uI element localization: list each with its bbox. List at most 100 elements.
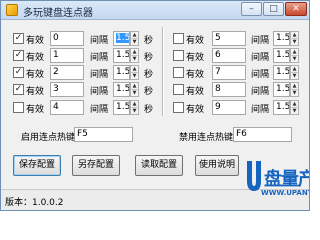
spin-up-icon[interactable]: ▲ <box>131 101 138 108</box>
spin-down-icon[interactable]: ▼ <box>131 56 138 62</box>
spin-down-icon[interactable]: ▼ <box>131 90 138 96</box>
enabled-label: 有效 <box>186 87 205 97</box>
spin-down-icon[interactable]: ▼ <box>131 73 138 79</box>
interval-input-8[interactable]: 1.5 <box>273 82 290 97</box>
spin-up-icon[interactable]: ▲ <box>291 66 298 73</box>
help-button[interactable]: 使用说明 <box>195 155 239 176</box>
interval-spinner-6[interactable]: ▲ ▼ <box>290 48 299 63</box>
key-input-5[interactable]: 5 <box>212 31 246 46</box>
interval-label: 间隔 <box>90 87 109 97</box>
spin-down-icon[interactable]: ▼ <box>291 56 298 62</box>
interval-spinner-5[interactable]: ▲ ▼ <box>290 31 299 46</box>
key-row-0: ✓ 有效 0 间隔 1.5 ▲ ▼ 秒 <box>13 31 161 47</box>
spin-up-icon[interactable]: ▲ <box>131 32 138 39</box>
enabled-label: 有效 <box>26 87 45 97</box>
interval-spinner-2[interactable]: ▲ ▼ <box>130 65 139 80</box>
interval-label: 间隔 <box>251 87 270 97</box>
enabled-label: 有效 <box>26 36 45 46</box>
key-input-2[interactable]: 2 <box>50 65 84 80</box>
spin-down-icon[interactable]: ▼ <box>291 90 298 96</box>
spin-up-icon[interactable]: ▲ <box>131 66 138 73</box>
watermark-url: WWW.UPANTOOL.COM <box>261 189 309 197</box>
enable-checkbox-0[interactable]: ✓ <box>13 33 24 44</box>
interval-input-0[interactable]: 1.5 <box>113 31 130 46</box>
interval-spinner-0[interactable]: ▲ ▼ <box>130 31 139 46</box>
interval-input-2[interactable]: 1.5 <box>113 65 130 80</box>
enable-checkbox-2[interactable]: ✓ <box>13 67 24 78</box>
key-input-4[interactable]: 4 <box>50 100 84 115</box>
interval-spinner-3[interactable]: ▲ ▼ <box>130 82 139 97</box>
spin-up-icon[interactable]: ▲ <box>131 83 138 90</box>
enable-hotkey-label: 启用连点热键 <box>21 133 76 143</box>
enabled-label: 有效 <box>186 36 205 46</box>
enable-checkbox-8[interactable] <box>173 84 184 95</box>
key-input-0[interactable]: 0 <box>50 31 84 46</box>
load-config-button[interactable]: 读取配置 <box>135 155 183 176</box>
key-input-3[interactable]: 3 <box>50 82 84 97</box>
interval-input-6[interactable]: 1.5 <box>273 48 290 63</box>
interval-spinner-4[interactable]: ▲ ▼ <box>130 100 139 115</box>
spin-up-icon[interactable]: ▲ <box>291 32 298 39</box>
key-row-3: ✓ 有效 3 间隔 1.5 ▲ ▼ 秒 <box>13 82 161 98</box>
key-input-1[interactable]: 1 <box>50 48 84 63</box>
app-icon <box>6 4 18 16</box>
spin-up-icon[interactable]: ▲ <box>131 49 138 56</box>
interval-label: 间隔 <box>90 53 109 63</box>
key-row-6: 有效 6 间隔 1.5 ▲ ▼ <box>173 48 307 64</box>
enable-checkbox-3[interactable]: ✓ <box>13 84 24 95</box>
enable-checkbox-9[interactable] <box>173 102 184 113</box>
interval-label: 间隔 <box>251 36 270 46</box>
key-input-8[interactable]: 8 <box>212 82 246 97</box>
enable-checkbox-4[interactable] <box>13 102 24 113</box>
key-row-1: ✓ 有效 1 间隔 1.5 ▲ ▼ 秒 <box>13 48 161 64</box>
key-row-4: 有效 4 间隔 1.5 ▲ ▼ 秒 <box>13 100 161 116</box>
spin-down-icon[interactable]: ▼ <box>131 108 138 114</box>
enabled-label: 有效 <box>26 105 45 115</box>
save-as-config-button[interactable]: 另存配置 <box>72 155 120 176</box>
disable-hotkey-input[interactable]: F6 <box>233 127 292 142</box>
title-bar[interactable]: 多玩键盘连点器 – □ ✕ <box>1 1 309 20</box>
save-config-button[interactable]: 保存配置 <box>13 155 61 176</box>
interval-input-9[interactable]: 1.5 <box>273 100 290 115</box>
main-window: 多玩键盘连点器 – □ ✕ ✓ 有效 0 间隔 1.5 ▲ ▼ 秒 ✓ 有效 1 … <box>0 0 310 211</box>
enable-checkbox-1[interactable]: ✓ <box>13 50 24 61</box>
interval-label: 间隔 <box>251 70 270 80</box>
interval-spinner-9[interactable]: ▲ ▼ <box>290 100 299 115</box>
watermark-brand: 盘量产网 <box>264 169 309 190</box>
interval-input-3[interactable]: 1.5 <box>113 82 130 97</box>
enable-checkbox-7[interactable] <box>173 67 184 78</box>
interval-label: 间隔 <box>251 105 270 115</box>
interval-spinner-1[interactable]: ▲ ▼ <box>130 48 139 63</box>
spin-up-icon[interactable]: ▲ <box>291 83 298 90</box>
key-row-9: 有效 9 间隔 1.5 ▲ ▼ <box>173 100 307 116</box>
minimize-button[interactable]: – <box>241 2 262 16</box>
key-input-6[interactable]: 6 <box>212 48 246 63</box>
enable-checkbox-6[interactable] <box>173 50 184 61</box>
interval-input-1[interactable]: 1.5 <box>113 48 130 63</box>
key-input-9[interactable]: 9 <box>212 100 246 115</box>
interval-spinner-7[interactable]: ▲ ▼ <box>290 65 299 80</box>
maximize-button[interactable]: □ <box>263 2 284 16</box>
interval-input-4[interactable]: 1.5 <box>113 100 130 115</box>
interval-spinner-8[interactable]: ▲ ▼ <box>290 82 299 97</box>
interval-label: 间隔 <box>90 36 109 46</box>
key-row-7: 有效 7 间隔 1.5 ▲ ▼ <box>173 65 307 81</box>
enable-hotkey-input[interactable]: F5 <box>74 127 133 142</box>
spin-up-icon[interactable]: ▲ <box>291 49 298 56</box>
enable-checkbox-5[interactable] <box>173 33 184 44</box>
close-button[interactable]: ✕ <box>285 2 307 16</box>
key-input-7[interactable]: 7 <box>212 65 246 80</box>
enabled-label: 有效 <box>26 70 45 80</box>
spin-down-icon[interactable]: ▼ <box>291 73 298 79</box>
interval-label: 间隔 <box>90 70 109 80</box>
seconds-label: 秒 <box>144 70 154 80</box>
watermark-logo: 盘量产网 WWW.UPANTOOL.COM <box>245 159 309 203</box>
spin-down-icon[interactable]: ▼ <box>131 39 138 45</box>
spin-down-icon[interactable]: ▼ <box>291 39 298 45</box>
spin-up-icon[interactable]: ▲ <box>291 101 298 108</box>
spin-down-icon[interactable]: ▼ <box>291 108 298 114</box>
interval-input-5[interactable]: 1.5 <box>273 31 290 46</box>
enabled-label: 有效 <box>26 53 45 63</box>
interval-input-7[interactable]: 1.5 <box>273 65 290 80</box>
version-text: 版本：1.0.0.2 <box>5 198 64 208</box>
